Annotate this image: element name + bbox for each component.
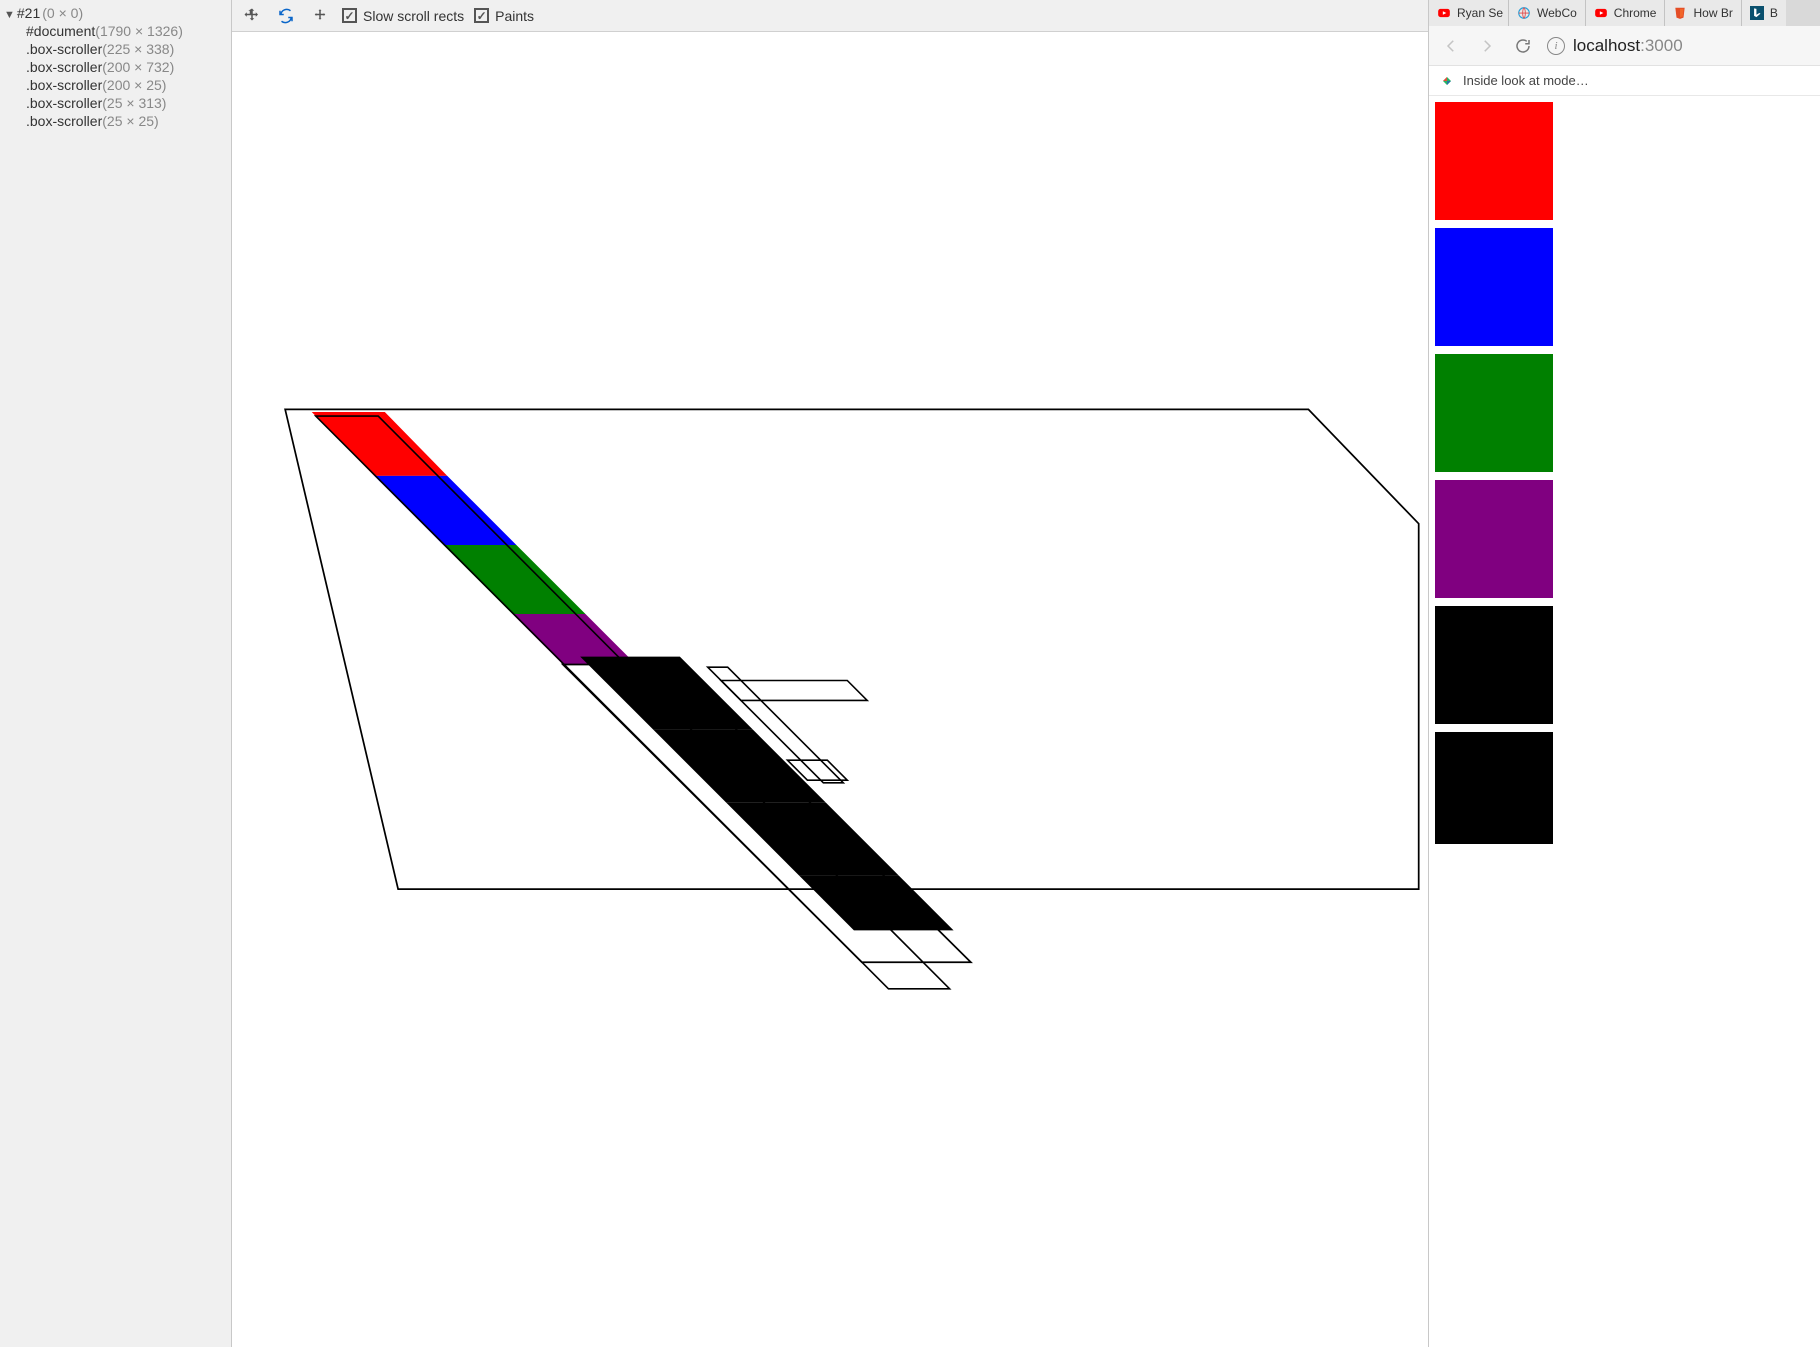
forward-button[interactable] [1475, 34, 1499, 58]
caret-down-icon: ▼ [4, 9, 15, 21]
box-red [1435, 102, 1553, 220]
tree-children: #document(1790 × 1326) .box-scroller(225… [2, 22, 231, 130]
page-viewport[interactable] [1429, 96, 1820, 1347]
address-bar[interactable]: i localhost:3000 [1547, 36, 1810, 56]
tree-root-name: #21 [17, 5, 40, 21]
checkbox-label: Paints [495, 8, 534, 24]
box-column [1435, 102, 1820, 844]
checkbox-label: Slow scroll rects [363, 8, 464, 24]
tree-row[interactable]: .box-scroller(200 × 25) [26, 76, 231, 94]
tree-node-dims: (200 × 25) [102, 77, 166, 93]
tree-node-name: .box-scroller [26, 113, 102, 129]
tree-root-dims: (0 × 0) [42, 5, 83, 21]
tab[interactable]: WebCo [1509, 0, 1586, 26]
back-button[interactable] [1439, 34, 1463, 58]
bookmarks-bar: Inside look at mode… [1429, 66, 1820, 96]
layers-panel: Slow scroll rects Paints [232, 0, 1428, 1347]
tab[interactable]: B [1742, 0, 1786, 26]
rotate-mode-button[interactable] [274, 4, 298, 28]
tree-node-name: .box-scroller [26, 77, 102, 93]
checkbox-icon [474, 8, 489, 23]
box-green [1435, 354, 1553, 472]
tree-root-row[interactable]: ▼ #21 (0 × 0) [2, 4, 231, 22]
bookmark-label[interactable]: Inside look at mode… [1463, 73, 1589, 88]
box-scroller[interactable] [1435, 606, 1585, 844]
layers-3d-view[interactable] [232, 32, 1428, 1347]
browser-window: Ryan Se WebCo Chrome How Br B [1428, 0, 1820, 1347]
tab-label: WebCo [1537, 6, 1577, 20]
tab-label: Chrome [1614, 6, 1657, 20]
checkbox-icon [342, 8, 357, 23]
pan-mode-button[interactable] [240, 4, 264, 28]
url-host: localhost [1573, 36, 1640, 55]
tree-node-dims: (25 × 313) [102, 95, 166, 111]
youtube-icon [1594, 6, 1608, 20]
tab[interactable]: Chrome [1586, 0, 1666, 26]
tree-row[interactable]: #document(1790 × 1326) [26, 22, 231, 40]
tree-row[interactable]: .box-scroller(25 × 313) [26, 94, 231, 112]
reload-button[interactable] [1511, 34, 1535, 58]
url-text: localhost:3000 [1573, 36, 1683, 56]
info-icon: i [1547, 37, 1565, 55]
tab[interactable]: Ryan Se [1429, 0, 1509, 26]
navbar: i localhost:3000 [1429, 26, 1820, 66]
paints-checkbox[interactable]: Paints [474, 8, 534, 24]
slow-scroll-rects-checkbox[interactable]: Slow scroll rects [342, 8, 464, 24]
box-black [1435, 732, 1553, 844]
tree-node-name: .box-scroller [26, 59, 102, 75]
box-black [1435, 606, 1553, 724]
layers-toolbar: Slow scroll rects Paints [232, 0, 1428, 32]
tab-label: How Br [1693, 6, 1732, 20]
globe-icon [1517, 6, 1531, 20]
tab[interactable]: How Br [1665, 0, 1741, 26]
tree-node-name: #document [26, 23, 95, 39]
youtube-icon [1437, 6, 1451, 20]
tab-label: Ryan Se [1457, 6, 1503, 20]
tree-node-name: .box-scroller [26, 41, 102, 57]
tab-label: B [1770, 6, 1778, 20]
box-scroller-content [1435, 606, 1585, 844]
tree-node-name: .box-scroller [26, 95, 102, 111]
tree-node-dims: (200 × 732) [102, 59, 174, 75]
tree-row[interactable]: .box-scroller(25 × 25) [26, 112, 231, 130]
tree-row[interactable]: .box-scroller(200 × 732) [26, 58, 231, 76]
tree-node-dims: (225 × 338) [102, 41, 174, 57]
tree-row[interactable]: .box-scroller(225 × 338) [26, 40, 231, 58]
url-port: :3000 [1640, 36, 1683, 55]
layer-tree-panel: ▼ #21 (0 × 0) #document(1790 × 1326) .bo… [0, 0, 232, 1347]
box-purple [1435, 480, 1553, 598]
bing-icon [1750, 6, 1764, 20]
tree-node-dims: (1790 × 1326) [95, 23, 183, 39]
tree-node-dims: (25 × 25) [102, 113, 158, 129]
box-blue [1435, 228, 1553, 346]
html5-icon [1673, 6, 1687, 20]
tabstrip: Ryan Se WebCo Chrome How Br B [1429, 0, 1820, 26]
reset-view-button[interactable] [308, 4, 332, 28]
bookmark-favicon [1439, 73, 1455, 89]
